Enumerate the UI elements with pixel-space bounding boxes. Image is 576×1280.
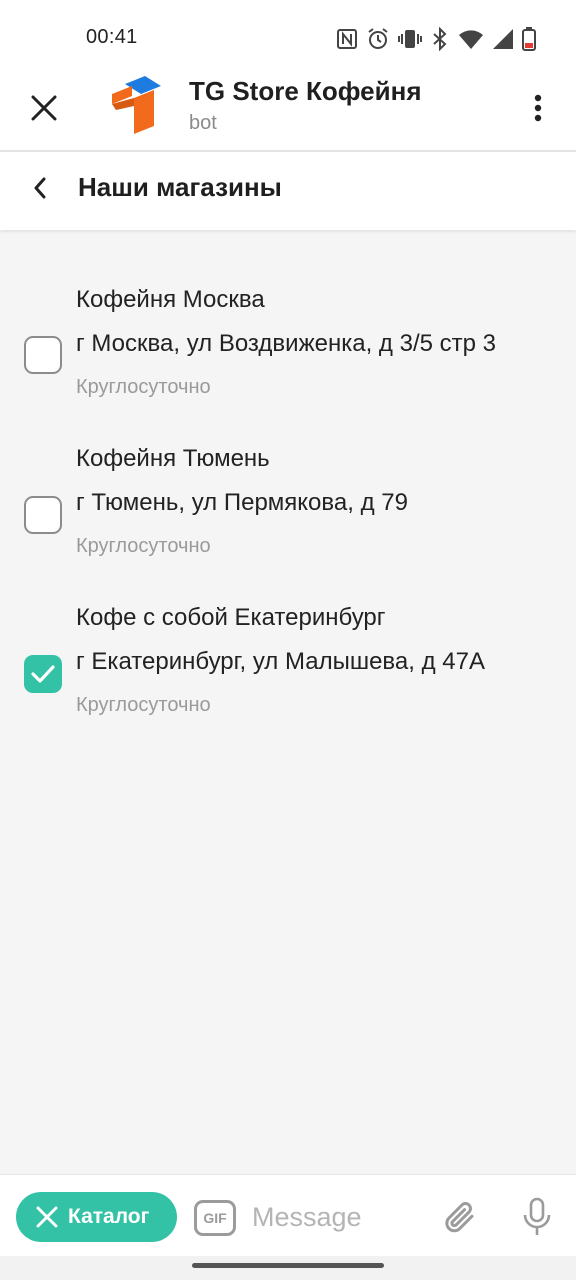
back-button[interactable] — [20, 168, 60, 208]
status-bar: 00:41 — [0, 0, 576, 72]
page-header: Наши магазины — [0, 152, 576, 230]
attach-button[interactable] — [440, 1197, 480, 1237]
nfc-icon — [337, 29, 357, 49]
alarm-icon — [368, 28, 388, 49]
gif-button[interactable]: GIF — [194, 1200, 236, 1236]
paperclip-icon — [445, 1202, 474, 1233]
bot-name: TG Store Кофейня — [189, 76, 422, 106]
message-bar: Каталог GIF — [0, 1174, 576, 1256]
wifi-icon — [459, 30, 483, 49]
store-name: Кофейня Москва — [76, 286, 265, 313]
store-checkbox[interactable] — [24, 336, 62, 374]
store-address: г Екатеринбург, ул Малышева, д 47А — [76, 648, 485, 675]
status-time: 00:41 — [86, 26, 138, 48]
store-item[interactable]: Кофейня Тюмень г Тюмень, ул Пермякова, д… — [0, 400, 576, 559]
store-hours: Круглосуточно — [76, 376, 211, 398]
bot-subtitle: bot — [189, 112, 217, 134]
store-address: г Тюмень, ул Пермякова, д 79 — [76, 489, 408, 516]
catalog-label: Каталог — [68, 1205, 150, 1228]
bluetooth-icon — [433, 27, 447, 51]
store-address: г Москва, ул Воздвиженка, д 3/5 стр 3 — [76, 330, 496, 357]
signal-icon — [493, 29, 513, 49]
store-name: Кофе с собой Екатеринбург — [76, 604, 386, 631]
more-vert-icon — [534, 94, 542, 122]
store-list: Кофейня Москва г Москва, ул Воздвиженка,… — [0, 230, 576, 718]
more-button[interactable] — [520, 84, 556, 132]
store-item[interactable]: Кофе с собой Екатеринбург г Екатеринбург… — [0, 559, 576, 718]
bot-logo — [108, 76, 166, 138]
chevron-left-icon — [34, 177, 46, 199]
home-indicator[interactable] — [192, 1263, 384, 1268]
close-icon — [36, 1206, 58, 1228]
store-checkbox[interactable] — [24, 496, 62, 534]
store-name: Кофейня Тюмень — [76, 445, 270, 472]
store-hours: Круглосуточно — [76, 535, 211, 557]
close-icon — [31, 95, 57, 121]
close-button[interactable] — [20, 84, 68, 132]
checkmark-icon — [31, 665, 55, 683]
battery-icon — [522, 27, 536, 51]
mic-button[interactable] — [516, 1195, 558, 1239]
app-bar: TG Store Кофейня bot — [0, 72, 576, 150]
store-item[interactable]: Кофейня Москва г Москва, ул Воздвиженка,… — [0, 230, 576, 400]
status-icons — [336, 24, 536, 54]
store-hours: Круглосуточно — [76, 694, 211, 716]
microphone-icon — [523, 1197, 551, 1235]
store-checkbox-checked[interactable] — [24, 655, 62, 693]
catalog-button[interactable]: Каталог — [16, 1192, 177, 1242]
gesture-nav-bar — [0, 1256, 576, 1280]
page-title: Наши магазины — [78, 172, 282, 202]
vibrate-icon — [398, 30, 422, 48]
message-input[interactable] — [252, 1195, 422, 1239]
